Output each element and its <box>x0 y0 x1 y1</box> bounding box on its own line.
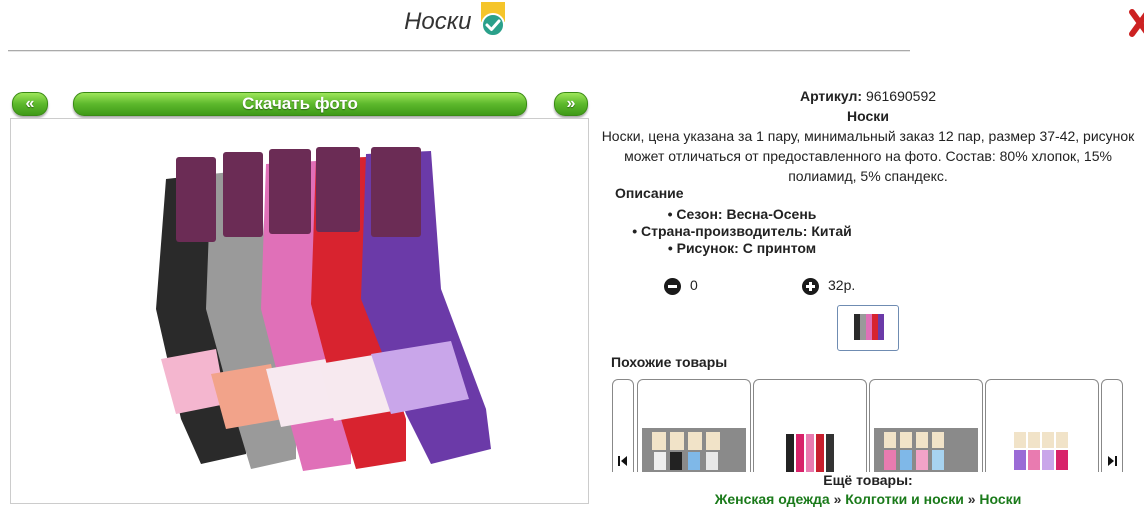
similar-product-card[interactable] <box>637 379 751 472</box>
spec-item: Рисунок: С принтом <box>592 240 892 257</box>
prev-photo-button[interactable]: « <box>12 92 48 116</box>
carousel-prev-button[interactable] <box>612 379 634 472</box>
close-icon[interactable] <box>1128 6 1144 40</box>
next-photo-button[interactable]: » <box>554 92 588 116</box>
skip-forward-icon <box>1108 456 1117 466</box>
similar-products-heading: Похожие товары <box>611 354 728 370</box>
similar-product-card[interactable] <box>753 379 867 472</box>
sku-label: Артикул: <box>799 88 863 104</box>
skip-back-icon <box>618 456 627 466</box>
product-description: Носки, цена указана за 1 пару, минимальн… <box>601 128 1135 184</box>
similar-product-card[interactable] <box>985 379 1099 472</box>
page-title: Носки <box>404 8 472 35</box>
carousel-next-button[interactable] <box>1101 379 1123 472</box>
download-photo-button[interactable]: Скачать фото <box>73 92 527 116</box>
similar-product-image <box>758 428 862 472</box>
header-divider <box>8 50 910 52</box>
price-value: 32р. <box>828 277 856 293</box>
title-area: Носки <box>0 2 910 40</box>
similar-product-image <box>874 428 978 472</box>
spec-item: Сезон: Весна-Осень <box>592 206 892 223</box>
sku-line: Артикул: 961690592 <box>592 86 1144 106</box>
spec-list: Сезон: Весна-Осень Страна-производитель:… <box>592 206 892 257</box>
similar-product-card[interactable] <box>869 379 983 472</box>
spec-item: Страна-производитель: Китай <box>592 223 892 240</box>
socks-image <box>156 147 491 471</box>
product-name: Носки <box>847 108 889 124</box>
product-photo[interactable] <box>10 118 589 504</box>
more-products-heading: Ещё товары: <box>823 472 913 488</box>
sku-value: 961690592 <box>865 88 937 104</box>
photo-thumbnail[interactable] <box>837 305 899 351</box>
verified-badge-icon <box>480 2 505 37</box>
product-info: Артикул: 961690592 Носки Носки, цена ука… <box>592 86 1144 186</box>
similar-product-image <box>642 428 746 472</box>
minus-icon[interactable] <box>664 278 681 295</box>
similar-product-image <box>990 428 1094 472</box>
plus-icon[interactable] <box>802 278 819 295</box>
description-heading: Описание <box>615 185 684 201</box>
quantity-value: 0 <box>690 277 698 293</box>
